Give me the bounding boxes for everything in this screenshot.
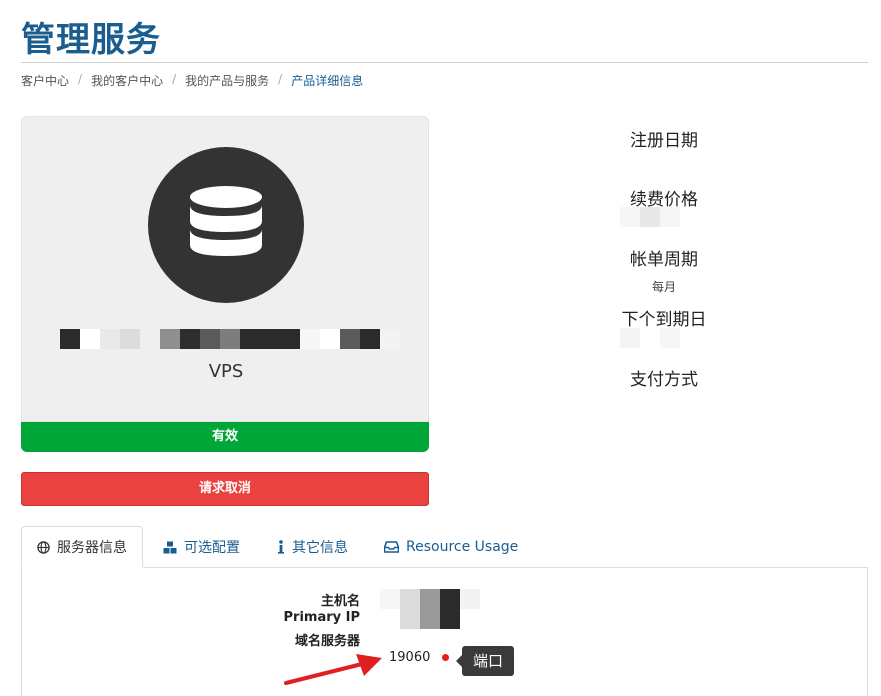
page-title: 管理服务 <box>21 20 161 60</box>
tab-configurable-options-label: 可选配置 <box>184 540 240 556</box>
tab-resource-usage[interactable]: Resource Usage <box>384 526 518 568</box>
product-group: VPS <box>208 361 244 382</box>
product-name-redacted <box>60 329 400 349</box>
tab-configurable-options[interactable]: 可选配置 <box>163 526 240 568</box>
database-icon <box>190 186 262 256</box>
annotation-dot <box>442 654 449 661</box>
primary-ip-label: Primary IP <box>283 610 361 625</box>
billing-cycle-label: 帐单周期 <box>630 250 698 270</box>
info-icon <box>278 540 284 554</box>
breadcrumb-client-area[interactable]: 客户中心 <box>21 72 69 89</box>
globe-icon <box>37 540 50 554</box>
database-icon-circle <box>148 147 304 303</box>
hostname-value-redacted <box>380 589 480 629</box>
tab-additional-info-label: 其它信息 <box>292 540 348 556</box>
renewal-price-value-redacted <box>620 207 680 227</box>
billing-cycle-value: 每月 <box>651 280 676 294</box>
port-value: 19060 <box>389 650 431 665</box>
breadcrumb-separator: / <box>78 72 83 86</box>
breadcrumb-separator: / <box>172 72 177 86</box>
request-cancellation-button[interactable]: 请求取消 <box>21 472 429 506</box>
inbox-icon <box>384 541 399 553</box>
tab-additional-info[interactable]: 其它信息 <box>277 526 348 568</box>
breadcrumb: 客户中心 / 我的客户中心 / 我的产品与服务 / 产品详细信息 <box>21 72 363 89</box>
title-divider <box>21 62 868 63</box>
tab-server-info[interactable]: 服务器信息 <box>21 526 143 568</box>
tab-server-info-label: 服务器信息 <box>57 540 127 556</box>
next-due-date-label: 下个到期日 <box>621 310 707 330</box>
breadcrumb-product-details: 产品详细信息 <box>291 74 364 88</box>
product-card: VPS <box>21 116 429 422</box>
breadcrumb-products-services[interactable]: 我的产品与服务 <box>185 72 269 89</box>
breadcrumb-separator: / <box>278 72 283 86</box>
annotation-arrow-icon <box>284 654 382 685</box>
cubes-icon <box>163 541 177 553</box>
hostname-label: 主机名 <box>320 594 360 609</box>
payment-method-label: 支付方式 <box>630 370 698 390</box>
tab-resource-usage-label: Resource Usage <box>406 539 519 555</box>
next-due-date-value-redacted <box>620 328 700 348</box>
breadcrumb-my-client-area[interactable]: 我的客户中心 <box>91 72 163 89</box>
port-annotation-tooltip: 端口 <box>455 646 515 676</box>
status-badge: 有效 <box>21 422 429 452</box>
nameservers-label: 域名服务器 <box>294 634 360 649</box>
server-info-pane <box>21 567 868 696</box>
service-tabs: 服务器信息 可选配置 其它信息 Resource Usage <box>21 526 868 568</box>
registration-date-label: 注册日期 <box>630 131 698 151</box>
